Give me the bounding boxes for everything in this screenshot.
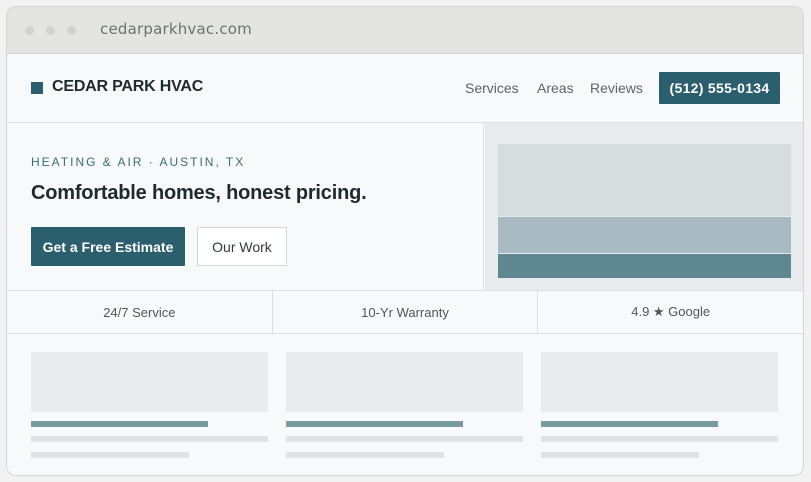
card-text-placeholder	[31, 452, 189, 458]
card-text-placeholder	[541, 436, 778, 442]
card-image-placeholder	[286, 352, 523, 412]
hero-content: HEATING & AIR · AUSTIN, TX Comfortable h…	[7, 123, 484, 290]
service-card[interactable]	[286, 352, 523, 467]
trust-item-warranty: 10-Yr Warranty	[273, 291, 539, 333]
card-text-placeholder	[541, 452, 699, 458]
service-card[interactable]	[31, 352, 268, 467]
window-minimize-dot[interactable]	[46, 26, 55, 35]
free-estimate-button[interactable]: Get a Free Estimate	[31, 227, 185, 266]
window-close-dot[interactable]	[25, 26, 34, 35]
card-title-placeholder	[541, 421, 718, 427]
site-header: CEDAR PARK HVAC Services Areas Reviews (…	[7, 54, 803, 123]
logo-square-icon	[31, 82, 43, 94]
trust-bar: 24/7 Service 10-Yr Warranty 4.9 ★ Google	[7, 291, 803, 334]
card-image-placeholder	[541, 352, 778, 412]
hero-section: HEATING & AIR · AUSTIN, TX Comfortable h…	[7, 123, 803, 291]
hero-image-sky-band	[498, 144, 791, 216]
service-cards-section	[7, 334, 803, 475]
nav-link-areas[interactable]: Areas	[537, 80, 574, 96]
window-maximize-dot[interactable]	[67, 26, 76, 35]
card-text-placeholder	[286, 436, 523, 442]
phone-call-button[interactable]: (512) 555-0134	[659, 72, 780, 104]
hero-eyebrow: HEATING & AIR · AUSTIN, TX	[31, 155, 246, 169]
browser-window: cedarparkhvac.com CEDAR PARK HVAC Servic…	[6, 6, 804, 476]
hero-headline: Comfortable homes, honest pricing.	[31, 182, 367, 204]
trust-item-rating: 4.9 ★ Google	[631, 304, 711, 319]
logo-text[interactable]: CEDAR PARK HVAC	[52, 78, 203, 96]
hero-image-panel	[485, 123, 803, 290]
card-title-placeholder	[286, 421, 463, 427]
nav-link-reviews[interactable]: Reviews	[590, 80, 643, 96]
trust-item-service: 24/7 Service	[7, 291, 273, 333]
card-title-placeholder	[31, 421, 208, 427]
nav-link-services[interactable]: Services	[465, 80, 519, 96]
browser-chrome: cedarparkhvac.com	[7, 7, 803, 54]
service-card[interactable]	[541, 352, 778, 467]
card-image-placeholder	[31, 352, 268, 412]
hero-image-placeholder	[498, 144, 791, 278]
card-text-placeholder	[31, 436, 268, 442]
address-bar[interactable]: cedarparkhvac.com	[100, 20, 252, 38]
hero-image-ground-band	[498, 254, 791, 278]
hero-image-middle-band	[498, 217, 791, 253]
card-text-placeholder	[286, 452, 444, 458]
our-work-button[interactable]: Our Work	[197, 227, 287, 266]
